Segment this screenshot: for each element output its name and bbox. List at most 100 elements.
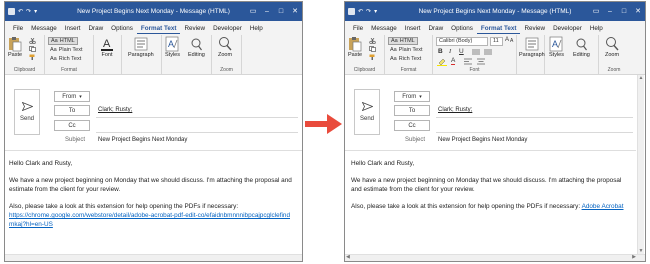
tab-help[interactable]: Help [246,25,267,34]
extension-url-link[interactable]: https://chrome.google.com/webstore/detai… [9,212,290,228]
tab-message[interactable]: Message [367,25,401,34]
cut-icon[interactable] [369,38,376,44]
plain-text-format-button[interactable]: Aa Plain Text [50,47,82,53]
html-format-button[interactable]: Aa HTML [48,37,78,45]
undo-icon[interactable]: ↶ [18,9,23,15]
copy-icon[interactable] [29,46,36,52]
font-color-button[interactable]: A [451,57,456,65]
paste-button[interactable]: Paste [8,36,22,58]
undo-icon[interactable]: ↶ [358,9,363,15]
tab-developer[interactable]: Developer [549,25,586,34]
rich-text-format-button[interactable]: Aa Rich Text [390,56,421,62]
clipboard-group-label: Clipboard [13,67,36,73]
subject-field[interactable]: New Project Begins Next Monday [438,137,527,143]
subject-field[interactable]: New Project Begins Next Monday [98,137,187,143]
paste-button[interactable]: Paste [348,36,362,58]
tab-review[interactable]: Review [520,25,549,34]
paragraph-button[interactable]: Paragraph [519,36,545,58]
message-body[interactable]: Hello Clark and Rusty, We have a new pro… [9,159,293,229]
italic-button[interactable]: I [449,48,451,55]
save-icon[interactable] [348,8,355,15]
editing-button[interactable]: Editing [573,36,590,58]
html-format-button[interactable]: Aa HTML [388,37,418,45]
send-button[interactable]: Send [354,89,380,135]
tab-draw[interactable]: Draw [84,25,107,34]
from-button[interactable]: From ▾ [394,91,430,102]
tab-options[interactable]: Options [447,25,477,34]
customize-qat-icon[interactable]: ▾ [374,9,377,15]
cut-icon[interactable] [29,38,36,44]
tab-options[interactable]: Options [107,25,137,34]
cc-button[interactable]: Cc [54,120,90,131]
tab-insert[interactable]: Insert [401,25,425,34]
minimize-icon[interactable]: – [603,2,617,21]
format-group: Aa HTML Aa Plain Text Aa Rich Text Format [45,35,94,74]
to-button[interactable]: To [54,105,90,116]
styles-button[interactable]: A Styles [549,36,564,58]
tab-review[interactable]: Review [180,25,209,34]
redo-icon[interactable]: ↷ [26,9,31,15]
highlight-icon[interactable] [437,58,447,66]
send-button[interactable]: Send [14,89,40,135]
grow-font-button[interactable]: A [505,37,509,43]
ribbon: Paste Clipboard Aa HTML Aa Plain Text Aa Ri… [345,34,645,75]
maximize-icon[interactable]: □ [617,2,631,21]
vertical-scrollbar[interactable]: ▲ ▼ [637,75,644,254]
tab-help[interactable]: Help [586,25,607,34]
save-icon[interactable] [8,8,15,15]
shrink-font-button[interactable]: A [510,38,513,44]
format-group-label: Format [400,67,417,73]
zoom-icon [606,37,619,51]
format-painter-icon[interactable] [369,54,376,60]
font-size-select[interactable]: 11 [490,37,503,46]
adobe-acrobat-link[interactable]: Adobe Acrobat [582,203,624,210]
ribbon-display-icon[interactable]: ▭ [246,2,260,21]
font-name-select[interactable]: Calibri (Body) [436,37,488,46]
message-body[interactable]: Hello Clark and Rusty, We have a new pro… [351,159,631,211]
close-icon[interactable]: ✕ [631,2,645,21]
scroll-right-icon[interactable]: ▶ [632,254,636,260]
tab-file[interactable]: File [349,25,367,34]
customize-qat-icon[interactable]: ▾ [34,9,37,15]
title-bar: ↶ ↷ ▾ New Project Begins Next Monday - M… [345,2,645,21]
editing-button[interactable]: Editing [188,36,205,58]
from-button[interactable]: From ▾ [54,91,90,102]
tab-message[interactable]: Message [27,25,61,34]
tab-format-text[interactable]: Format Text [476,25,521,34]
list-buttons-icon[interactable] [471,49,501,55]
bold-button[interactable]: B [438,48,443,55]
styles-editing-group: A Styles Editing [545,35,599,74]
format-painter-icon[interactable] [29,54,36,60]
cc-button[interactable]: Cc [394,120,430,131]
plain-text-format-button[interactable]: Aa Plain Text [390,47,422,53]
copy-icon[interactable] [369,46,376,52]
maximize-icon[interactable]: □ [274,2,288,21]
tab-insert[interactable]: Insert [61,25,85,34]
tab-developer[interactable]: Developer [209,25,246,34]
zoom-button[interactable]: Zoom [605,36,619,58]
alignment-icon[interactable] [463,58,487,65]
underline-button[interactable]: U [459,48,464,55]
scroll-left-icon[interactable]: ◀ [346,254,350,260]
paragraph-icon [134,37,148,51]
clipboard-group-label: Clipboard [353,67,376,73]
horizontal-scrollbar[interactable]: ◀ ▶ [345,254,645,261]
close-icon[interactable]: ✕ [288,2,302,21]
redo-icon[interactable]: ↷ [366,9,371,15]
tab-file[interactable]: File [9,25,27,34]
font-group: A Font [94,35,122,74]
to-recipients[interactable]: Clark; Rusty; [98,107,132,113]
paragraph-button[interactable]: Paragraph [128,36,154,58]
zoom-button[interactable]: Zoom [218,36,232,58]
ribbon-display-icon[interactable]: ▭ [589,2,603,21]
minimize-icon[interactable]: – [260,2,274,21]
tab-format-text[interactable]: Format Text [136,25,181,34]
to-button[interactable]: To [394,105,430,116]
tab-draw[interactable]: Draw [424,25,447,34]
scroll-up-icon[interactable]: ▲ [638,75,644,81]
styles-button[interactable]: A Styles [165,36,180,58]
header-divider [5,150,302,151]
rich-text-format-button[interactable]: Aa Rich Text [50,56,81,62]
to-recipients[interactable]: Clark; Rusty; [438,107,472,113]
font-button[interactable]: A Font [100,36,114,58]
